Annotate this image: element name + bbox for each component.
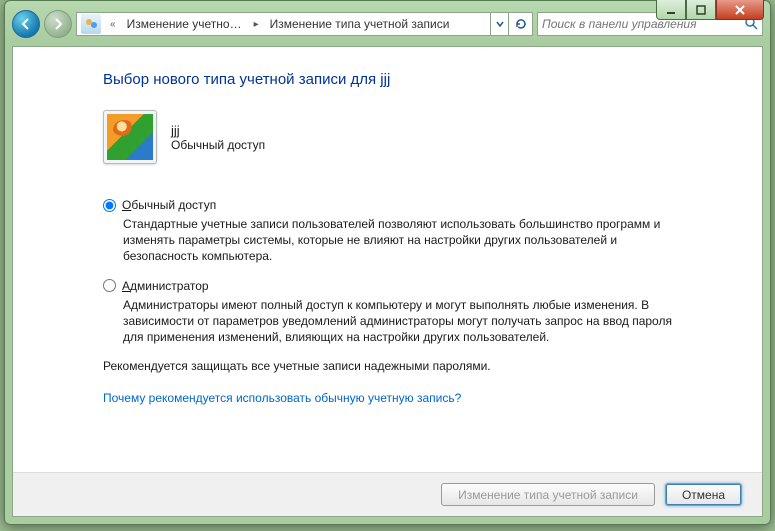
content-pane: Выбор нового типа учетной записи для jjj… — [13, 47, 762, 407]
avatar — [103, 110, 157, 164]
arrow-right-icon — [51, 17, 65, 31]
back-button[interactable] — [12, 10, 40, 38]
chevron-right-icon[interactable]: ▸ — [249, 19, 264, 30]
minimize-icon — [666, 5, 676, 15]
arrow-left-icon — [19, 17, 33, 31]
close-icon — [734, 5, 746, 15]
option-admin-desc: Администраторы имеют полный доступ к ком… — [123, 297, 683, 346]
option-standard: Обычный доступ Стандартные учетные запис… — [103, 198, 740, 265]
help-link[interactable]: Почему рекомендуется использовать обычну… — [103, 391, 461, 405]
user-tile: jjj Обычный доступ — [103, 110, 740, 164]
control-panel-window: « Изменение учетно… ▸ Изменение типа уче… — [4, 0, 771, 525]
password-tip: Рекомендуется защищать все учетные запис… — [103, 359, 740, 373]
hotkey-letter: А — [122, 279, 130, 293]
chevron-down-icon — [496, 20, 504, 28]
label-rest: бычный доступ — [131, 198, 216, 212]
user-type: Обычный доступ — [171, 138, 265, 152]
cancel-button[interactable]: Отмена — [665, 483, 742, 506]
page-title: Выбор нового типа учетной записи для jjj — [103, 71, 740, 88]
window-caption-buttons — [656, 0, 764, 20]
avatar-image — [107, 114, 153, 160]
maximize-button[interactable] — [686, 0, 716, 20]
breadcrumb-item-1[interactable]: Изменение учетно… — [121, 17, 249, 31]
address-history-dropdown[interactable] — [490, 13, 508, 35]
close-button[interactable] — [716, 0, 764, 20]
refresh-icon — [514, 17, 528, 31]
breadcrumb-item-2[interactable]: Изменение типа учетной записи — [264, 17, 457, 31]
label-rest: дминистратор — [130, 279, 209, 293]
radio-admin[interactable] — [103, 279, 116, 292]
option-standard-label[interactable]: Обычный доступ — [103, 198, 740, 212]
footer-bar: Изменение типа учетной записи Отмена — [13, 472, 762, 516]
refresh-button[interactable] — [508, 13, 532, 35]
breadcrumb-overflow-chevron[interactable]: « — [105, 19, 121, 30]
option-admin: Администратор Администраторы имеют полны… — [103, 279, 740, 346]
maximize-icon — [696, 5, 706, 15]
user-meta: jjj Обычный доступ — [171, 123, 265, 152]
user-name: jjj — [171, 123, 265, 138]
navigation-row: « Изменение учетно… ▸ Изменение типа уче… — [12, 8, 763, 40]
client-area: Выбор нового типа учетной записи для jjj… — [12, 46, 763, 517]
option-admin-label[interactable]: Администратор — [103, 279, 740, 293]
radio-standard[interactable] — [103, 199, 116, 212]
option-standard-desc: Стандартные учетные записи пользователей… — [123, 216, 683, 265]
hotkey-letter: О — [122, 198, 131, 212]
user-accounts-icon — [81, 14, 101, 34]
minimize-button[interactable] — [656, 0, 686, 20]
address-bar[interactable]: « Изменение учетно… ▸ Изменение типа уче… — [76, 12, 533, 36]
forward-button[interactable] — [44, 10, 72, 38]
change-type-button[interactable]: Изменение типа учетной записи — [441, 483, 655, 506]
